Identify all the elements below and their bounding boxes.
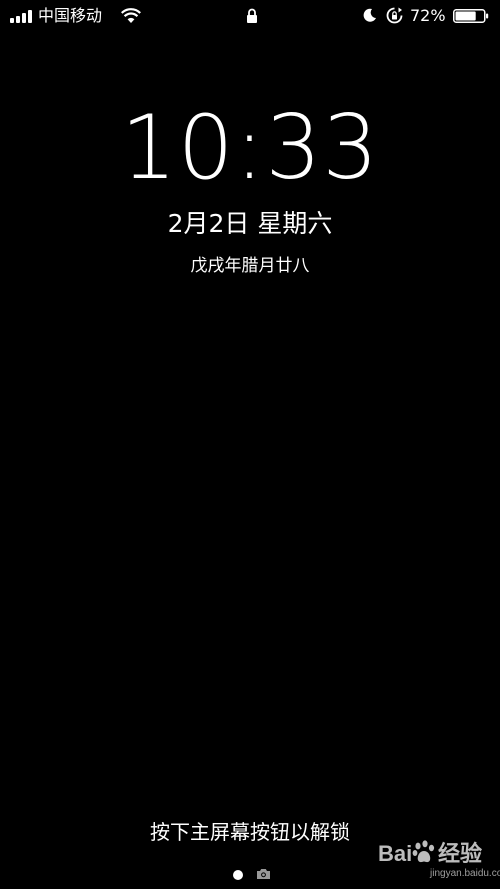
baidu-watermark: Bai 经验 jingyan.baidu.com — [378, 838, 500, 886]
lock-screen-time: 10:33 — [120, 96, 380, 199]
watermark-brand-left: Bai — [378, 841, 413, 866]
page-dot-icon — [233, 870, 243, 880]
lock-icon — [247, 8, 257, 23]
lunar-date: 戊戌年腊月廿八 — [190, 256, 310, 276]
battery-percentage: 72% — [410, 6, 446, 25]
signal-bars-icon — [10, 10, 34, 23]
camera-icon[interactable] — [256, 868, 271, 880]
moon-icon — [363, 8, 376, 22]
carrier-name: 中国移动 — [38, 6, 103, 25]
rotation-lock-icon — [386, 7, 403, 24]
battery-icon — [453, 9, 489, 23]
watermark-brand-right: 经验 — [438, 841, 483, 866]
lock-screen-date: 2月2日 星期六 — [167, 209, 333, 238]
watermark-url: jingyan.baidu.com — [430, 868, 500, 879]
status-bar: 中国移动 72% — [0, 0, 500, 34]
wifi-icon — [121, 8, 141, 23]
baidu-paw-icon — [412, 840, 435, 863]
